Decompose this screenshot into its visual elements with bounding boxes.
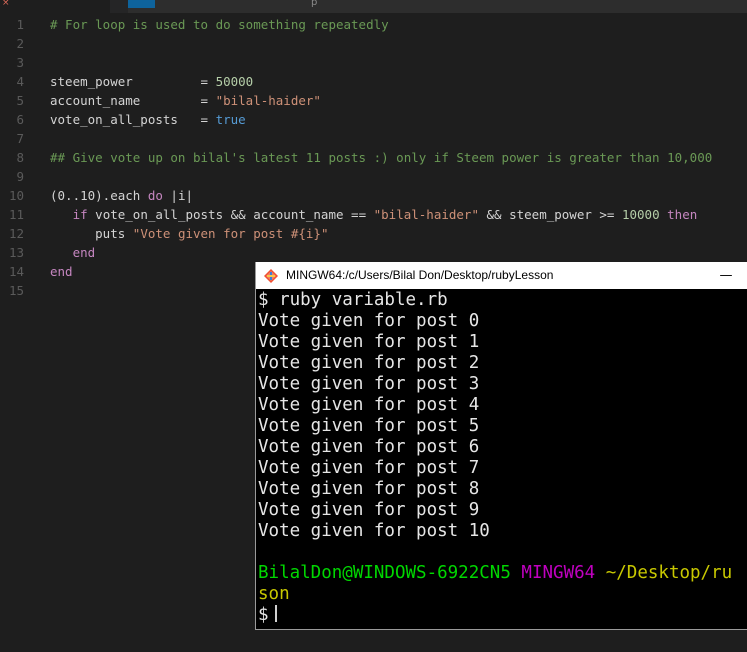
- code-token: if: [72, 207, 88, 222]
- code-text: steem_power = 50000: [50, 72, 253, 91]
- text-cursor: [274, 605, 277, 622]
- line-number: 4: [16, 74, 24, 89]
- code-token: =: [200, 74, 216, 89]
- tab-variable-rb[interactable]: ×: [0, 0, 110, 13]
- code-line[interactable]: 3: [0, 53, 747, 72]
- terminal-output-line: Vote given for post 2: [258, 353, 480, 373]
- prompt-user: BilalDon@WINDOWS-6922CN5: [258, 563, 511, 583]
- code-token: end: [72, 245, 96, 260]
- code-token: =: [200, 112, 216, 127]
- editor-tab-bar: × p: [0, 0, 747, 13]
- code-line[interactable]: 1 # For loop is used to do something repe…: [0, 15, 747, 34]
- code-text: end: [50, 243, 96, 262]
- code-line[interactable]: 8 ## Give vote up on bilal's latest 11 po…: [0, 148, 747, 167]
- close-icon[interactable]: ×: [2, 0, 10, 8]
- line-number: 13: [8, 245, 24, 260]
- code-token: (0..10).each: [50, 188, 148, 203]
- code-line[interactable]: 9: [0, 167, 747, 186]
- code-token: && steem_power >=: [478, 207, 622, 222]
- prompt-env: MINGW64: [521, 563, 596, 583]
- line-number: 2: [16, 36, 24, 51]
- code-token: end: [50, 264, 73, 279]
- terminal-output-line: Vote given for post 5: [258, 416, 480, 436]
- terminal-output-line: Vote given for post 4: [258, 395, 480, 415]
- terminal-title: MINGW64:/c/Users/Bilal Don/Desktop/rubyL…: [286, 268, 554, 282]
- code-token: vote_on_all_posts: [50, 112, 201, 127]
- code-token: 10000: [621, 207, 660, 222]
- terminal-window[interactable]: MINGW64:/c/Users/Bilal Don/Desktop/rubyL…: [255, 262, 747, 630]
- line-number: 9: [16, 169, 24, 184]
- code-line[interactable]: 10 (0..10).each do |i|: [0, 186, 747, 205]
- line-number: 3: [16, 55, 24, 70]
- terminal-input-line[interactable]: $: [258, 605, 277, 626]
- terminal-output-line: Vote given for post 9: [258, 500, 480, 520]
- line-number: 11: [8, 207, 24, 222]
- code-line[interactable]: 6 vote_on_all_posts = true: [0, 110, 747, 129]
- code-text: ## Give vote up on bilal's latest 11 pos…: [50, 148, 712, 167]
- code-token: do: [147, 188, 163, 203]
- code-text: # For loop is used to do something repea…: [50, 15, 389, 34]
- terminal-output-line: Vote given for post 7: [258, 458, 480, 478]
- code-token: account_name: [50, 93, 201, 108]
- line-number: 1: [16, 17, 24, 32]
- prompt-path: ~/Desktop/ru: [605, 563, 733, 583]
- tab-label: p: [311, 0, 318, 8]
- line-number: 12: [8, 226, 24, 241]
- terminal-output[interactable]: $ ruby variable.rb Vote given for post 0…: [257, 289, 747, 629]
- line-number: 15: [8, 283, 24, 298]
- code-token: "Vote given for post #{i}": [132, 226, 329, 241]
- code-token: "bilal-haider": [373, 207, 479, 222]
- code-text: end: [50, 262, 73, 281]
- code-token: true: [215, 112, 246, 127]
- terminal-output-line: Vote given for post 1: [258, 332, 480, 352]
- terminal-prompt-line: BilalDon@WINDOWS-6922CN5 MINGW64 ~/Deskt…: [258, 563, 732, 584]
- code-line[interactable]: 12 puts "Vote given for post #{i}": [0, 224, 747, 243]
- code-line[interactable]: 2: [0, 34, 747, 53]
- code-token: |i|: [162, 188, 194, 203]
- code-line[interactable]: 11 if vote_on_all_posts && account_name …: [0, 205, 747, 224]
- code-token: vote_on_all_posts && account_name ==: [87, 207, 374, 222]
- code-token: steem_power: [50, 74, 201, 89]
- code-token: 50000: [215, 74, 254, 89]
- terminal-output-line: Vote given for post 0: [258, 311, 480, 331]
- code-line[interactable]: 4 steem_power = 50000: [0, 72, 747, 91]
- code-line[interactable]: 5 account_name = "bilal-haider": [0, 91, 747, 110]
- terminal-command: $ ruby variable.rb: [258, 290, 448, 310]
- desktop: × p 1 # For loop is used to do something …: [0, 0, 747, 652]
- terminal-titlebar[interactable]: MINGW64:/c/Users/Bilal Don/Desktop/rubyL…: [256, 262, 747, 289]
- code-line[interactable]: 13 end: [0, 243, 747, 262]
- line-number: 7: [16, 131, 24, 146]
- line-number: 10: [8, 188, 24, 203]
- code-text: (0..10).each do |i|: [50, 186, 193, 205]
- code-text: vote_on_all_posts = true: [50, 110, 246, 129]
- file-icon: [128, 0, 155, 8]
- line-number: 14: [8, 264, 24, 279]
- line-number: 8: [16, 150, 24, 165]
- code-token: "bilal-haider": [215, 93, 321, 108]
- prompt-symbol: $: [258, 605, 269, 625]
- terminal-output-line: Vote given for post 3: [258, 374, 480, 394]
- code-token: ## Give vote up on bilal's latest 11 pos…: [50, 150, 713, 165]
- code-text: if vote_on_all_posts && account_name == …: [50, 205, 698, 224]
- code-line[interactable]: 7: [0, 129, 747, 148]
- code-token: puts: [50, 226, 133, 241]
- code-token: # For loop is used to do something repea…: [50, 17, 389, 32]
- line-number: 6: [16, 112, 24, 127]
- terminal-output-line: Vote given for post 6: [258, 437, 480, 457]
- git-bash-icon: [264, 269, 278, 283]
- terminal-output-line: Vote given for post 10: [258, 521, 490, 541]
- line-number: 5: [16, 93, 24, 108]
- terminal-output-line: Vote given for post 8: [258, 479, 480, 499]
- code-text: account_name = "bilal-haider": [50, 91, 321, 110]
- minimize-button[interactable]: —: [716, 262, 736, 289]
- prompt-path-continued: son: [258, 584, 290, 604]
- code-text: puts "Vote given for post #{i}": [50, 224, 328, 243]
- tab-other[interactable]: p: [128, 0, 747, 13]
- code-token: then: [659, 207, 698, 222]
- code-token: =: [200, 93, 216, 108]
